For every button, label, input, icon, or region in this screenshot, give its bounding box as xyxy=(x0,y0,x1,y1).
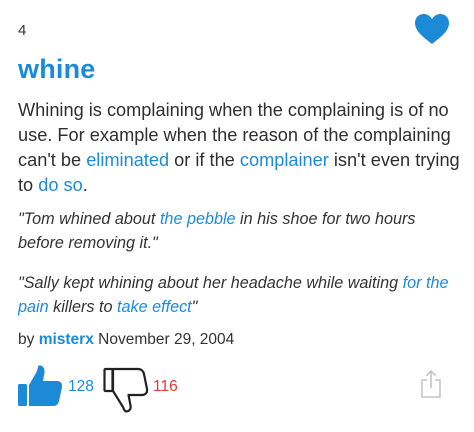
entry-rank: 4 xyxy=(18,22,27,39)
link-complainer[interactable]: complainer xyxy=(240,150,329,170)
example-segment: killers to xyxy=(48,298,117,316)
link-do-so[interactable]: do so xyxy=(38,175,83,195)
link-take-effect[interactable]: take effect xyxy=(117,298,192,316)
example-segment: "Tom whined about xyxy=(18,210,160,228)
byline: by misterx November 29, 2004 xyxy=(18,331,234,349)
thumbs-down-icon[interactable] xyxy=(103,367,149,413)
definition-text: Whining is complaining when the complain… xyxy=(18,98,464,198)
share-icon[interactable] xyxy=(420,369,442,399)
byline-prefix: by xyxy=(18,331,39,348)
example-segment: " xyxy=(191,298,198,316)
example-1: "Tom whined about the pebble in his shoe… xyxy=(18,207,464,255)
downvote-count: 116 xyxy=(153,378,178,395)
heart-icon[interactable] xyxy=(414,13,450,45)
definition-segment: or if the xyxy=(169,150,240,170)
author-link[interactable]: misterx xyxy=(39,331,94,348)
upvote-count: 128 xyxy=(68,378,94,395)
definition-segment: . xyxy=(82,175,88,195)
thumbs-up-icon[interactable] xyxy=(17,364,63,408)
link-eliminated[interactable]: eliminated xyxy=(86,150,169,170)
link-the-pebble[interactable]: the pebble xyxy=(160,210,236,228)
post-date: November 29, 2004 xyxy=(93,331,235,348)
example-segment: "Sally kept whining about her headache w… xyxy=(18,274,403,292)
example-2: "Sally kept whining about her headache w… xyxy=(18,271,464,319)
word-title[interactable]: whine xyxy=(18,54,96,85)
